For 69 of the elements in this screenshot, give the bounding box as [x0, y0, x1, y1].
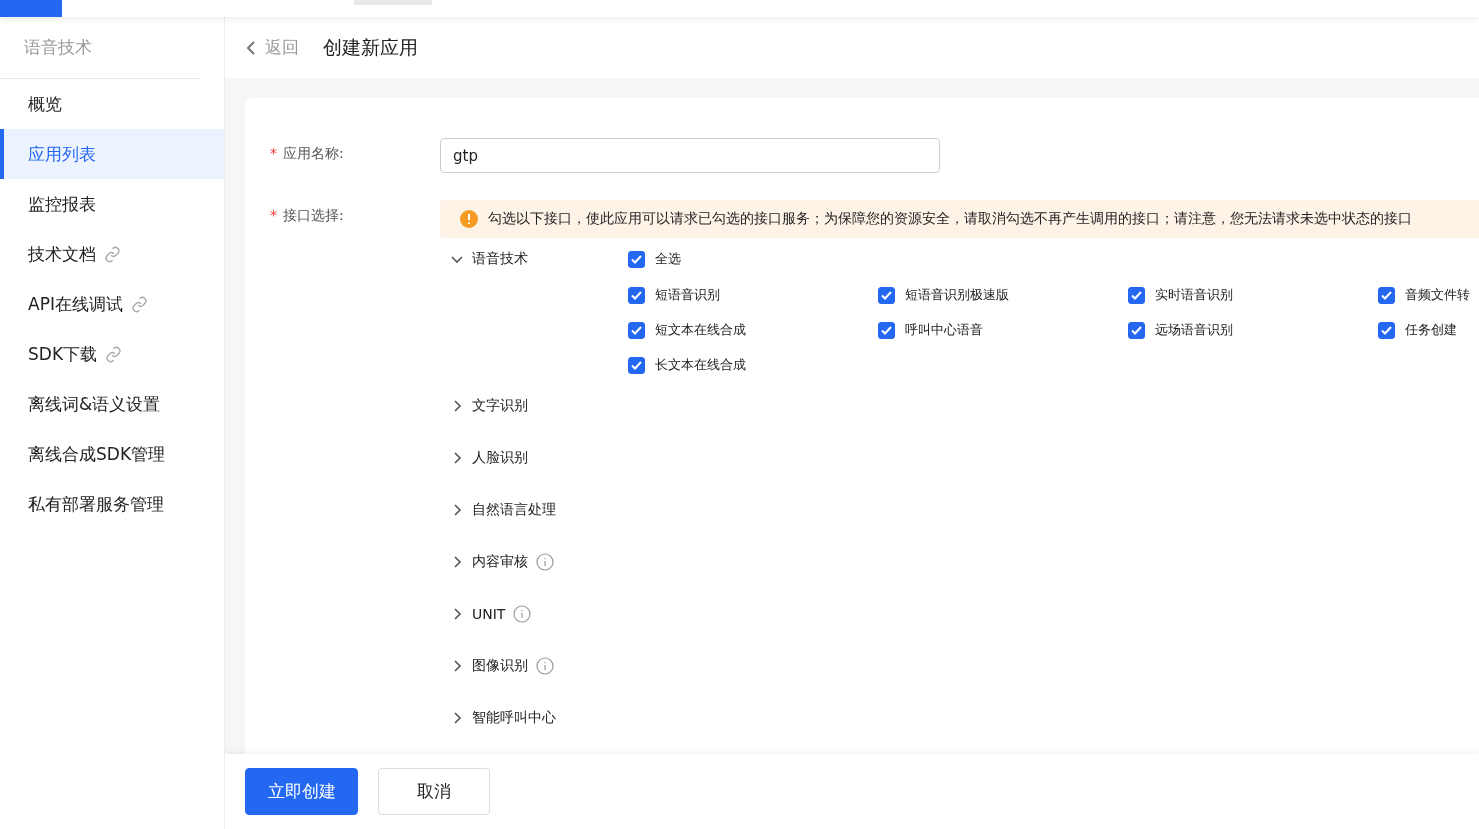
sidebar-item-label: 概览 [28, 92, 62, 116]
checkbox-label: 音频文件转 [1405, 286, 1470, 304]
checkbox-label: 长文本在线合成 [655, 356, 746, 374]
group-label: 智能呼叫中心 [472, 709, 556, 727]
check-icon [1131, 325, 1142, 335]
group-label: 图像识别 [472, 657, 528, 675]
sidebar-item-label: 应用列表 [28, 142, 96, 166]
field-label: 接口选择: [283, 206, 344, 225]
check-icon [631, 290, 642, 300]
sidebar-item-label: SDK下载 [28, 342, 98, 366]
sidebar-item-label: 监控报表 [28, 192, 96, 216]
check-icon [881, 290, 892, 300]
checkbox-label: 短语音识别极速版 [905, 286, 1009, 304]
checkbox[interactable] [628, 250, 645, 268]
sidebar-item[interactable]: API在线调试 [0, 279, 224, 329]
sidebar-item-label: 技术文档 [28, 242, 96, 266]
sidebar-item[interactable]: 概览 [0, 79, 224, 129]
sidebar-item[interactable]: 离线词&语义设置 [0, 379, 224, 429]
app-name-input[interactable]: gtp [440, 138, 940, 173]
checkbox[interactable] [628, 321, 645, 339]
sidebar-item[interactable]: 监控报表 [0, 179, 224, 229]
checkbox[interactable] [628, 356, 645, 374]
required-mark: * [270, 144, 277, 163]
checkbox-label: 任务创建 [1405, 321, 1457, 339]
group-label: 自然语言处理 [472, 501, 556, 519]
check-icon [1381, 325, 1392, 335]
sidebar-item[interactable]: SDK下载 [0, 329, 224, 379]
checkbox-label: 远场语音识别 [1155, 321, 1233, 339]
page-title: 创建新应用 [323, 34, 418, 60]
warning-icon [460, 210, 478, 228]
checkbox[interactable] [1378, 321, 1395, 339]
sidebar-item-label: API在线调试 [28, 292, 123, 316]
group-label: UNIT [472, 606, 506, 622]
back-chevron-icon [245, 39, 257, 56]
checkbox-label: 短语音识别 [655, 286, 720, 304]
sidebar-item[interactable]: 应用列表 [0, 129, 224, 179]
check-icon [631, 360, 642, 370]
group-label: 内容审核 [472, 553, 528, 571]
checkbox-label: 全选 [655, 250, 681, 268]
check-icon [1131, 290, 1142, 300]
checkbox[interactable] [1128, 321, 1145, 339]
group-label: 文字识别 [472, 397, 528, 415]
checkbox-label: 实时语音识别 [1155, 286, 1233, 304]
check-icon [881, 325, 892, 335]
sidebar-item-label: 离线词&语义设置 [28, 392, 161, 416]
sidebar-item[interactable]: 私有部署服务管理 [0, 479, 224, 529]
checkbox[interactable] [878, 321, 895, 339]
sidebar-item[interactable]: 离线合成SDK管理 [0, 429, 224, 479]
checkbox[interactable] [628, 286, 645, 304]
sidebar-item-label: 离线合成SDK管理 [28, 442, 166, 466]
sidebar-item-label: 私有部署服务管理 [28, 492, 164, 516]
check-icon [631, 325, 642, 335]
group-label: 人脸识别 [472, 449, 528, 467]
check-icon [631, 254, 642, 264]
checkbox[interactable] [1128, 286, 1145, 304]
notice-text: 勾选以下接口，使此应用可以请求已勾选的接口服务；为保障您的资源安全，请取消勾选不再产生调用的接口；请注意，您无法请求未选中状态的接口 [488, 210, 1412, 228]
logo-block [0, 0, 62, 17]
checkbox-label: 呼叫中心语音 [905, 321, 983, 339]
sidebar-title: 语音技术 [0, 17, 200, 79]
check-icon [1381, 290, 1392, 300]
group-label: 语音技术 [472, 250, 528, 268]
checkbox[interactable] [1378, 286, 1395, 304]
cancel-button[interactable]: 取消 [378, 768, 490, 815]
required-mark: * [270, 206, 277, 225]
checkbox-label: 短文本在线合成 [655, 321, 746, 339]
field-label: 应用名称: [283, 144, 344, 163]
checkbox[interactable] [878, 286, 895, 304]
create-button[interactable]: 立即创建 [245, 768, 358, 815]
sidebar-item[interactable]: 技术文档 [0, 229, 224, 279]
